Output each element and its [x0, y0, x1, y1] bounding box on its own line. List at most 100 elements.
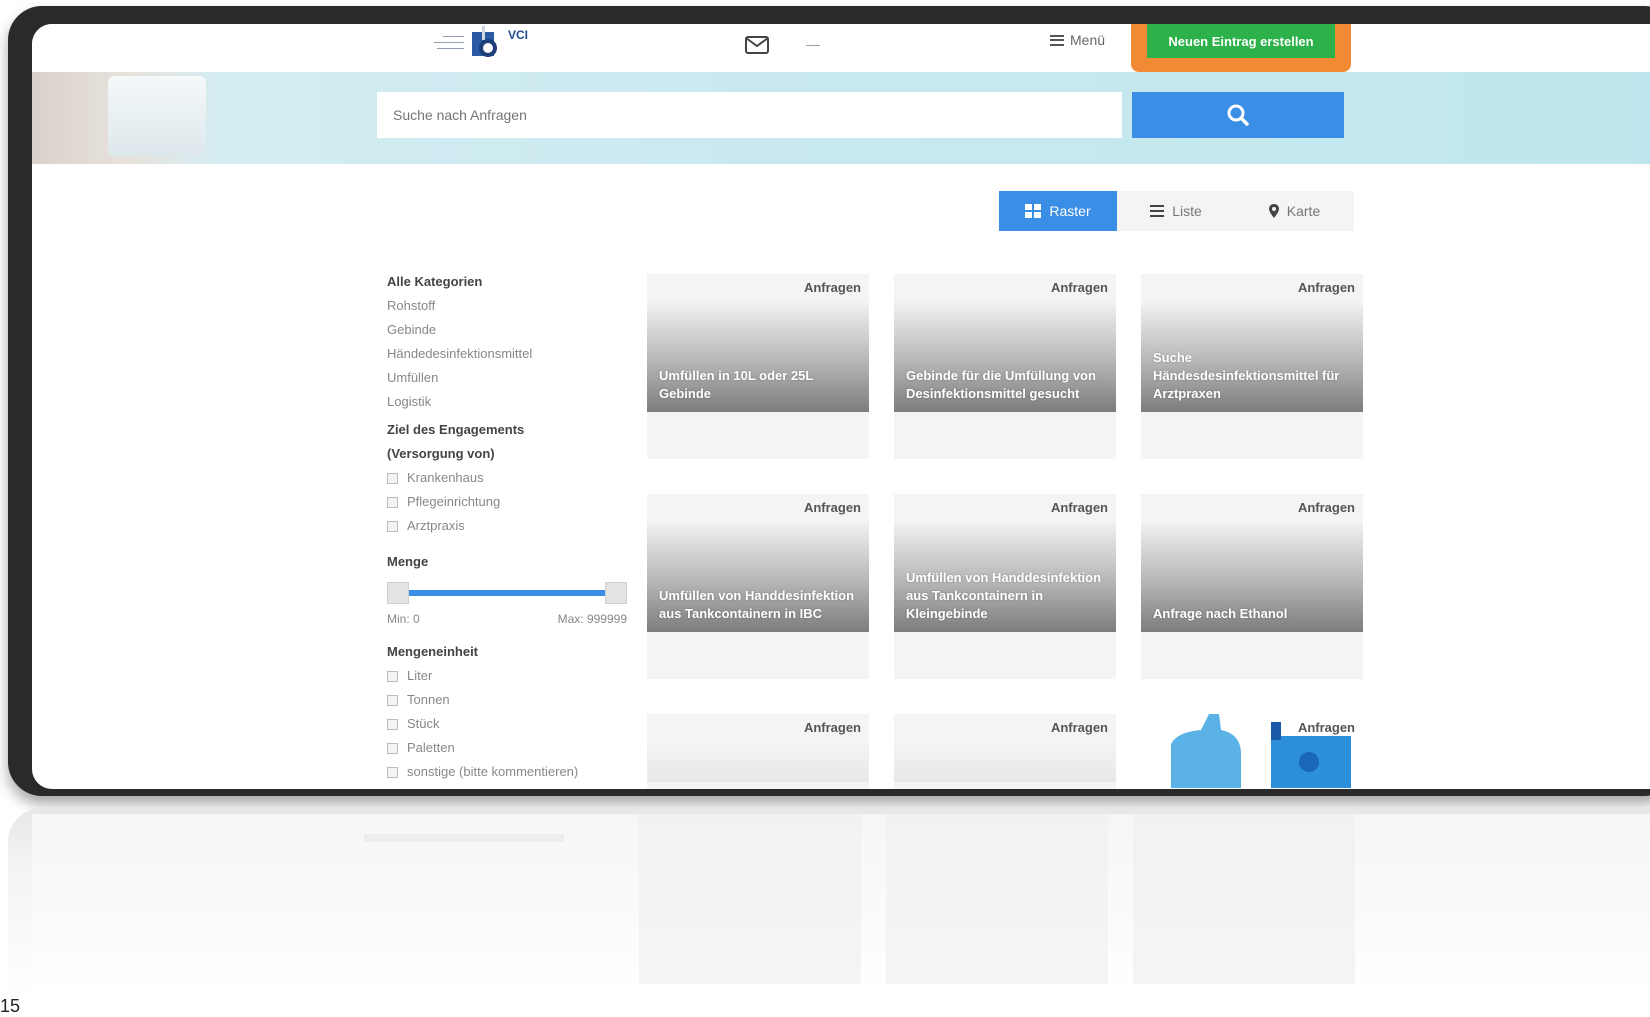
- checkbox-icon[interactable]: [387, 766, 398, 778]
- category-link[interactable]: Logistik: [387, 390, 627, 414]
- search-input[interactable]: [377, 92, 1122, 138]
- checkbox-icon[interactable]: [387, 520, 398, 532]
- reflection-card: [886, 814, 1108, 984]
- tab-karte-label: Karte: [1286, 203, 1321, 219]
- card-category-tag: Anfragen: [1050, 280, 1108, 295]
- view-toggle: Raster Liste Karte: [999, 191, 1354, 231]
- card-title: Suche Händesdesinfektionsmittel für Arzt…: [1153, 350, 1340, 401]
- map-pin-icon: [1268, 204, 1279, 218]
- unit-checkbox[interactable]: Paletten: [387, 736, 627, 760]
- user-placeholder[interactable]: —: [806, 36, 820, 52]
- mail-icon[interactable]: [744, 34, 770, 56]
- tab-liste[interactable]: Liste: [1117, 191, 1235, 231]
- card-image: [647, 742, 869, 782]
- card-title: Umfüllen in 10L oder 25L Gebinde: [659, 368, 814, 401]
- card-title: Umfüllen von Handdesinfektion aus Tankco…: [906, 570, 1102, 621]
- checkbox-icon[interactable]: [387, 496, 398, 508]
- goal-heading: Ziel des Engagements: [387, 422, 525, 437]
- search-button[interactable]: [1132, 92, 1344, 138]
- request-card[interactable]: Anfragen: [647, 714, 869, 789]
- card-title: Anfrage nach Ethanol: [1153, 606, 1288, 621]
- new-entry-button[interactable]: Neuen Eintrag erstellen: [1147, 24, 1335, 58]
- unit-checkbox[interactable]: Tonnen: [387, 688, 627, 712]
- card-title: Umfüllen von Handdesinfektion aus Tankco…: [659, 588, 855, 621]
- request-card[interactable]: Anfragen Suche Händesdesinfektionsmittel…: [1141, 274, 1363, 459]
- checkbox-icon[interactable]: [387, 472, 398, 484]
- card-category-tag: Anfragen: [1050, 720, 1108, 735]
- request-card[interactable]: Anfragen Gebinde für die Umfüllung von D…: [894, 274, 1116, 459]
- card-title: Gebinde für die Umfüllung von Desinfekti…: [906, 368, 1096, 401]
- reflection-card: [1133, 814, 1355, 984]
- slider-max-handle[interactable]: [605, 582, 627, 604]
- site-logo[interactable]: ━━━━━━━ ━━━━━━━━━━ ━━━━━━━━━ VCI: [390, 26, 550, 66]
- unit-checkbox[interactable]: Liter: [387, 664, 627, 688]
- unit-heading: Mengeneinheit: [387, 644, 479, 659]
- reflection-line: [364, 834, 564, 842]
- logo-vci-text: VCI: [508, 28, 529, 42]
- unit-label: Paletten: [407, 740, 455, 755]
- card-category-tag: Anfragen: [1050, 500, 1108, 515]
- screen-reflection: [8, 808, 1650, 998]
- unit-label: Liter: [407, 668, 433, 683]
- page-number: 15: [0, 996, 21, 1016]
- quantity-range-slider[interactable]: [387, 578, 627, 608]
- unit-label: Stück: [407, 716, 440, 731]
- unit-checkbox[interactable]: sonstige (bitte kommentieren): [387, 760, 627, 784]
- list-icon: [1150, 205, 1165, 217]
- browser-screen: ━━━━━━━ ━━━━━━━━━━ ━━━━━━━━━ VCI — Menü N: [32, 24, 1650, 789]
- card-category-tag: Anfragen: [1297, 500, 1355, 515]
- quantity-max: Max: 999999: [557, 612, 627, 626]
- checkbox-icon[interactable]: [387, 694, 398, 706]
- hamburger-icon: [1050, 34, 1064, 46]
- request-card[interactable]: Anfragen: [1141, 714, 1363, 789]
- search-icon: [1227, 104, 1249, 126]
- checkbox-icon[interactable]: [387, 742, 398, 754]
- logo-tagline: ━━━━━━━ ━━━━━━━━━━ ━━━━━━━━━: [433, 34, 464, 52]
- hero-dispenser-image: [108, 76, 206, 156]
- goal-checkbox[interactable]: Krankenhaus: [387, 466, 627, 490]
- request-card[interactable]: Anfragen Anfrage nach Ethanol: [1141, 494, 1363, 679]
- card-category-tag: Anfragen: [1297, 280, 1355, 295]
- reflection-card: [639, 814, 861, 984]
- tab-liste-label: Liste: [1172, 203, 1202, 219]
- category-link[interactable]: Umfüllen: [387, 366, 627, 390]
- unit-checkbox[interactable]: Stück: [387, 712, 627, 736]
- quantity-min: Min: 0: [387, 612, 420, 626]
- checkbox-icon[interactable]: [387, 670, 398, 682]
- unit-label: sonstige (bitte kommentieren): [407, 764, 579, 779]
- goal-label: Krankenhaus: [407, 470, 484, 485]
- request-card[interactable]: Anfragen Umfüllen von Handdesinfektion a…: [894, 494, 1116, 679]
- request-card[interactable]: Anfragen: [894, 714, 1116, 789]
- goal-checkbox[interactable]: Arztpraxis: [387, 514, 627, 538]
- request-card[interactable]: Anfragen Umfüllen in 10L oder 25L Gebind…: [647, 274, 869, 459]
- tab-raster-label: Raster: [1049, 203, 1091, 219]
- goal-label: Arztpraxis: [407, 518, 465, 533]
- card-image: [894, 742, 1116, 782]
- slider-min-handle[interactable]: [387, 582, 409, 604]
- quantity-range-values: Min: 0 Max: 999999: [387, 608, 627, 630]
- category-link[interactable]: Rohstoff: [387, 294, 627, 318]
- filter-sidebar: Alle Kategorien Rohstoff Gebinde Händede…: [387, 270, 627, 784]
- card-category-tag: Anfragen: [803, 500, 861, 515]
- category-link[interactable]: Händedesinfektionsmittel: [387, 342, 627, 366]
- tab-karte[interactable]: Karte: [1235, 191, 1354, 231]
- goal-checkbox[interactable]: Pflegeinrichtung: [387, 490, 627, 514]
- slider-track: [397, 590, 617, 596]
- top-navigation-bar: ━━━━━━━ ━━━━━━━━━━ ━━━━━━━━━ VCI — Menü: [32, 24, 1650, 72]
- checkbox-icon[interactable]: [387, 718, 398, 730]
- card-category-tag: Anfragen: [803, 720, 861, 735]
- quantity-heading: Menge: [387, 554, 429, 569]
- tab-raster[interactable]: Raster: [999, 191, 1117, 231]
- menu-label: Menü: [1070, 32, 1106, 48]
- menu-button[interactable]: Menü: [1050, 32, 1105, 48]
- logo-mark-icon: [472, 26, 497, 57]
- request-card[interactable]: Anfragen Umfüllen von Handdesinfektion a…: [647, 494, 869, 679]
- grid-icon: [1025, 204, 1042, 218]
- reflection-content: [32, 814, 1650, 994]
- card-category-tag: Anfragen: [1297, 720, 1355, 735]
- goal-label: Pflegeinrichtung: [407, 494, 501, 509]
- unit-label: Tonnen: [407, 692, 450, 707]
- categories-heading: Alle Kategorien: [387, 274, 483, 289]
- category-link[interactable]: Gebinde: [387, 318, 627, 342]
- device-frame: ━━━━━━━ ━━━━━━━━━━ ━━━━━━━━━ VCI — Menü N: [8, 6, 1650, 796]
